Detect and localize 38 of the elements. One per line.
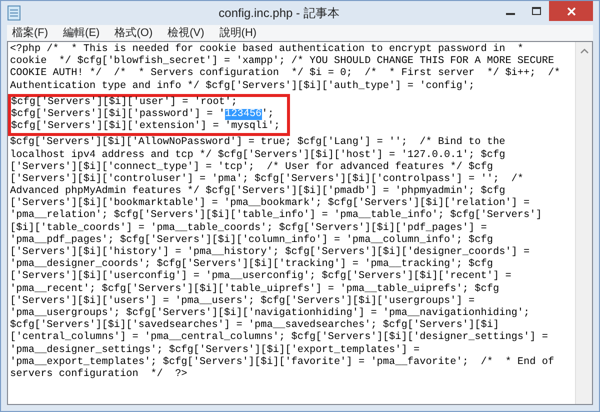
code-line: $cfg['Servers'][$i]['AllowNoPassword'] = true; $cfg['Lang'] = ''; /* Bind to the: [10, 137, 506, 150]
code-line: 'pma__designer_settings'; $cfg['Servers'][$i]['export_templates'] =: [10, 344, 420, 356]
code-line: ['Servers'][$i]['controluser'] = 'pma'; $cfg['Servers'][$i]['controlpass'] = ''; /*: [10, 174, 524, 186]
code-line: 'pma__export_templates'; $cfg['Servers'][$i]['favorite'] = 'pma__favorite'; /* * End of: [10, 356, 554, 368]
code-line: ['Servers'][$i]['bookmarktable'] = 'pma__bookmark'; $cfg['Servers'][$i]['relation'] =: [10, 198, 530, 210]
code-line: 'pma__recent'; $cfg['Servers'][$i]['table_uiprefs'] = 'pma__table_uiprefs'; $cfg: [10, 284, 500, 296]
code-line: cookie */ $cfg['blowfish_secret'] = 'xampp'; /* YOU SHOULD CHANGE THIS FOR A MORE SECURE: [10, 56, 554, 68]
code-line: 'pma__designer_coords'; $cfg['Servers'][$i]['tracking'] = 'pma__tracking'; $cfg: [10, 259, 493, 270]
code-line: $cfg['Servers'][$i]['extension'] = 'mysqli';: [11, 121, 280, 134]
code-line: ['Servers'][$i]['users'] = 'pma__users'; $cfg['Servers'][$i]['usergroups'] =: [10, 296, 475, 308]
code-line: COOKIE AUTH! */ /* * Servers configuration */ $i = 0; /* * First server */ $i++; /*: [10, 68, 560, 80]
code-line: $cfg['Servers'][$i]['password'] = '123456';: [11, 108, 274, 120]
code-line: Advanced phpMyAdmin features */ $cfg['Servers'][$i]['pmadb'] = 'phpmyadmin'; $cfg: [10, 186, 506, 198]
code-line: ['central_columns'] = 'pma__central_columns'; $cfg['Servers'][$i]['designer_settings'] =: [10, 332, 548, 344]
window-title: config.inc.php - 記事本: [218, 5, 340, 22]
code-line: 'pma__relation'; $cfg['Servers'][$i]['table_info'] = 'pma__table_info'; $cfg['Servers']: [10, 210, 542, 222]
menu-item[interactable]: 說明(H): [214, 25, 262, 41]
scroll-up-icon[interactable]: [580, 48, 588, 54]
code-line: 'pma__usergroups'; $cfg['Servers'][$i]['navigationhiding'] = 'pma__navigationhiding';: [10, 308, 530, 320]
code-line: Authentication type and info */ $cfg['Servers'][$i]['auth_type'] = 'config';: [10, 80, 475, 93]
code-line: ['Servers'][$i]['connect_type'] = 'tcp'; /* User for advanced features */ $cfg: [10, 162, 493, 174]
code-line: localhost ipv4 address and tcp */ $cfg['Servers'][$i]['host'] = '127.0.0.1'; $cfg: [10, 150, 506, 162]
code-line: ['Servers'][$i]['history'] = 'pma__history'; $cfg['Servers'][$i]['designer_coords'] =: [10, 247, 530, 258]
close-icon: [566, 6, 576, 16]
close-button[interactable]: [549, 1, 593, 21]
code-line: $cfg['Servers'][$i]['user'] = 'root';: [11, 96, 238, 108]
scrollbar[interactable]: [575, 42, 592, 404]
code-line: servers configuration */ ?>: [10, 368, 188, 382]
code-line: ['Servers'][$i]['userconfig'] = 'pma__userconfig'; $cfg['Servers'][$i]['recent'] =: [10, 271, 512, 284]
menu-item[interactable]: 格式(O): [110, 25, 158, 41]
code-line: 'pma__pdf_pages'; $cfg['Servers'][$i]['column_info'] = 'pma__column_info'; $cfg: [10, 234, 493, 246]
code-line: <?php /* * This is needed for cookie based authentication to encrypt password in *: [10, 44, 524, 56]
notepad-icon: [7, 5, 21, 21]
code-line: [$i]['table_coords'] = 'pma__table_coords'; $cfg['Servers'][$i]['pdf_pages'] =: [10, 222, 487, 234]
code-line: $cfg['Servers'][$i]['savedsearches'] = 'pma__savedsearches'; $cfg['Servers'][$i]: [10, 320, 500, 332]
menu-item[interactable]: 檢視(V): [162, 25, 210, 41]
menu-item[interactable]: 編輯(E): [58, 25, 105, 41]
menu-item[interactable]: 檔案(F): [7, 25, 54, 41]
